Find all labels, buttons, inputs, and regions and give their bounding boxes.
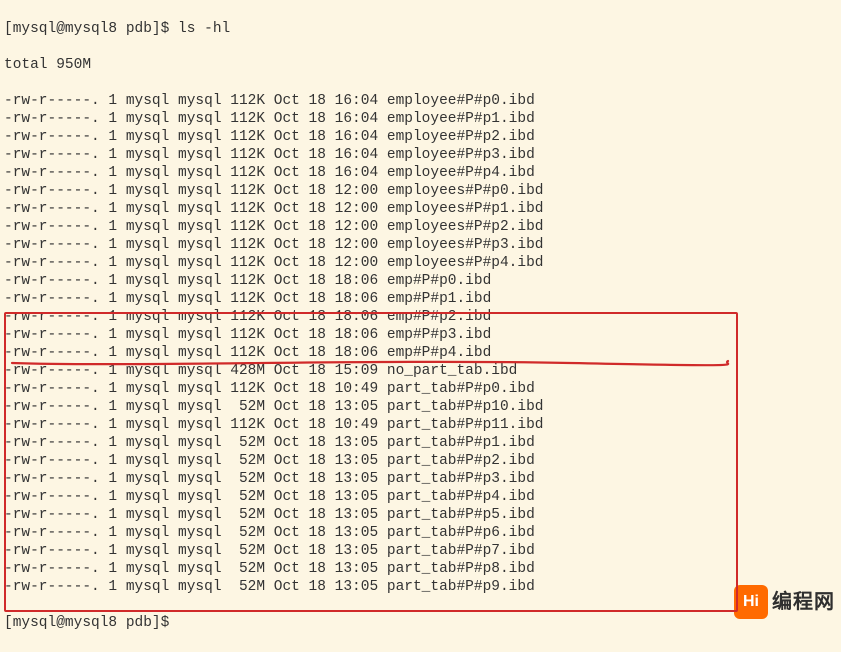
file-row: -rw-r-----. 1 mysql mysql 112K Oct 18 18… (4, 308, 837, 326)
file-row: -rw-r-----. 1 mysql mysql 112K Oct 18 12… (4, 182, 837, 200)
command-text: ls -hl (178, 21, 230, 37)
file-row: -rw-r-----. 1 mysql mysql 112K Oct 18 12… (4, 200, 837, 218)
file-row: -rw-r-----. 1 mysql mysql 112K Oct 18 16… (4, 146, 837, 164)
file-row: -rw-r-----. 1 mysql mysql 428M Oct 18 15… (4, 362, 837, 380)
file-row: -rw-r-----. 1 mysql mysql 52M Oct 18 13:… (4, 578, 837, 596)
file-row: -rw-r-----. 1 mysql mysql 52M Oct 18 13:… (4, 398, 837, 416)
file-row: -rw-r-----. 1 mysql mysql 112K Oct 18 10… (4, 380, 837, 398)
prompt-line: [mysql@mysql8 pdb]$ ls -hl (4, 20, 837, 38)
file-row: -rw-r-----. 1 mysql mysql 112K Oct 18 12… (4, 236, 837, 254)
file-row: -rw-r-----. 1 mysql mysql 112K Oct 18 16… (4, 110, 837, 128)
file-row: -rw-r-----. 1 mysql mysql 52M Oct 18 13:… (4, 470, 837, 488)
file-row: -rw-r-----. 1 mysql mysql 52M Oct 18 13:… (4, 452, 837, 470)
file-row: -rw-r-----. 1 mysql mysql 112K Oct 18 16… (4, 164, 837, 182)
file-row: -rw-r-----. 1 mysql mysql 112K Oct 18 12… (4, 218, 837, 236)
file-row: -rw-r-----. 1 mysql mysql 52M Oct 18 13:… (4, 542, 837, 560)
file-row: -rw-r-----. 1 mysql mysql 112K Oct 18 16… (4, 92, 837, 110)
file-row: -rw-r-----. 1 mysql mysql 52M Oct 18 13:… (4, 506, 837, 524)
file-row: -rw-r-----. 1 mysql mysql 52M Oct 18 13:… (4, 488, 837, 506)
logo-text: 编程网 (772, 593, 835, 611)
total-line: total 950M (4, 56, 837, 74)
file-row: -rw-r-----. 1 mysql mysql 112K Oct 18 16… (4, 128, 837, 146)
file-row: -rw-r-----. 1 mysql mysql 52M Oct 18 13:… (4, 560, 837, 578)
shell-prompt: [mysql@mysql8 pdb]$ (4, 21, 178, 37)
file-row: -rw-r-----. 1 mysql mysql 52M Oct 18 13:… (4, 434, 837, 452)
file-row: -rw-r-----. 1 mysql mysql 112K Oct 18 18… (4, 290, 837, 308)
file-row: -rw-r-----. 1 mysql mysql 112K Oct 18 12… (4, 254, 837, 272)
site-logo: Hi 编程网 (734, 585, 835, 619)
file-row: -rw-r-----. 1 mysql mysql 112K Oct 18 10… (4, 416, 837, 434)
file-row: -rw-r-----. 1 mysql mysql 112K Oct 18 18… (4, 326, 837, 344)
logo-icon: Hi (734, 585, 768, 619)
file-row: -rw-r-----. 1 mysql mysql 112K Oct 18 18… (4, 344, 837, 362)
file-row: -rw-r-----. 1 mysql mysql 112K Oct 18 18… (4, 272, 837, 290)
logo-icon-text: Hi (743, 593, 759, 611)
file-row: -rw-r-----. 1 mysql mysql 52M Oct 18 13:… (4, 524, 837, 542)
terminal-output[interactable]: [mysql@mysql8 pdb]$ ls -hl total 950M -r… (0, 0, 841, 652)
file-listing: -rw-r-----. 1 mysql mysql 112K Oct 18 16… (4, 92, 837, 596)
end-prompt-line[interactable]: [mysql@mysql8 pdb]$ (4, 614, 837, 632)
